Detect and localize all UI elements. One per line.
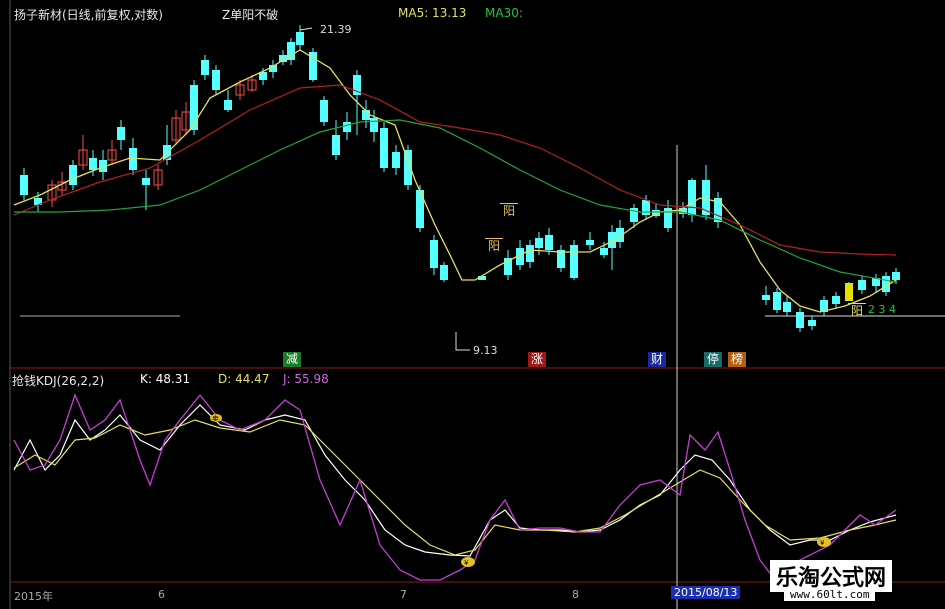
axis-month-7: 7 (400, 588, 407, 601)
buy-marker-icon: ¥ (817, 537, 831, 547)
count-tail: 2 3 4 (868, 303, 896, 316)
candle-body (440, 265, 448, 280)
svg-text:¥: ¥ (464, 559, 469, 567)
candle-body (20, 175, 28, 195)
candle-body (783, 302, 791, 312)
candle-body (570, 245, 578, 278)
candle-body (212, 70, 220, 90)
candle-body (296, 32, 304, 45)
candle-body (762, 295, 770, 300)
low-price-label: 9.13 (473, 344, 498, 357)
candle-body (117, 127, 125, 140)
event-tag-rise[interactable]: 涨 (528, 352, 547, 367)
kdj-j-line (13, 393, 897, 581)
kdj-title: 抢钱KDJ(26,2,2) (12, 374, 105, 388)
axis-year: 2015年 (14, 590, 53, 603)
buy-marker-icon: ¥ (461, 557, 475, 567)
candle-body (796, 312, 804, 328)
candle-body (832, 296, 840, 304)
kdj-k-line (13, 404, 897, 557)
kline-chart[interactable]: 卖 ¥ ¥ (0, 0, 945, 609)
candle-body (545, 235, 553, 250)
panel-frames (9, 0, 945, 609)
ma30-readout: MA30: (485, 6, 523, 20)
event-tag-reduce[interactable]: 减 (283, 352, 302, 367)
candle-body (343, 122, 351, 132)
event-tag-finance[interactable]: 财 (648, 352, 667, 367)
candle-body (808, 320, 816, 326)
yang-badge: 阳 (500, 203, 519, 219)
svg-text:卖: 卖 (212, 415, 219, 423)
candle-body (416, 190, 424, 228)
candle-body (688, 180, 696, 215)
candle-body (430, 240, 438, 268)
candle-body (69, 165, 77, 185)
candle-body (535, 238, 543, 248)
candle-body (320, 100, 328, 122)
cursor-date-box: 2015/08/13 (671, 586, 741, 599)
markers: 卖 ¥ ¥ (210, 27, 853, 567)
candlesticks (20, 25, 900, 332)
kdj-d-line (13, 419, 897, 556)
candle-body (526, 245, 534, 262)
axis-month-8: 8 (572, 588, 579, 601)
candle-body (370, 118, 378, 132)
watermark-url: www.60lt.com (784, 588, 876, 601)
chart-title: 扬子新材(日线,前复权,对数) (14, 8, 163, 22)
high-price-label: 21.39 (320, 23, 352, 36)
candle-body (224, 100, 232, 110)
candle-body (892, 272, 900, 280)
sell-marker-icon: 卖 (210, 414, 222, 423)
yang-badge: 阳 (848, 303, 867, 319)
candle-body (586, 240, 594, 245)
event-tag-halt[interactable]: 停 (704, 352, 723, 367)
svg-text:¥: ¥ (820, 539, 825, 547)
candle-body (89, 158, 97, 170)
candle-body (142, 178, 150, 185)
candle-body (642, 200, 650, 215)
candle-body (858, 280, 866, 290)
axis-month-6: 6 (158, 588, 165, 601)
yang-badge: 阳 (485, 238, 504, 254)
candle-body (600, 248, 608, 255)
candle-body (201, 60, 209, 75)
kdj-d-value: D: 44.47 (218, 372, 270, 386)
kdj-k-value: K: 48.31 (140, 372, 191, 386)
kdj-lines (13, 393, 897, 581)
indicator-name: Z单阳不破 (222, 8, 279, 22)
kdj-j-value: J: 55.98 (283, 372, 329, 386)
candle-body (557, 250, 565, 268)
event-tag-rank[interactable]: 榜 (728, 352, 747, 367)
candle-body (380, 128, 388, 168)
ma5-readout: MA5: 13.13 (398, 6, 467, 20)
candle-body (332, 135, 340, 155)
candle-body (773, 292, 781, 310)
candle-body (392, 152, 400, 168)
